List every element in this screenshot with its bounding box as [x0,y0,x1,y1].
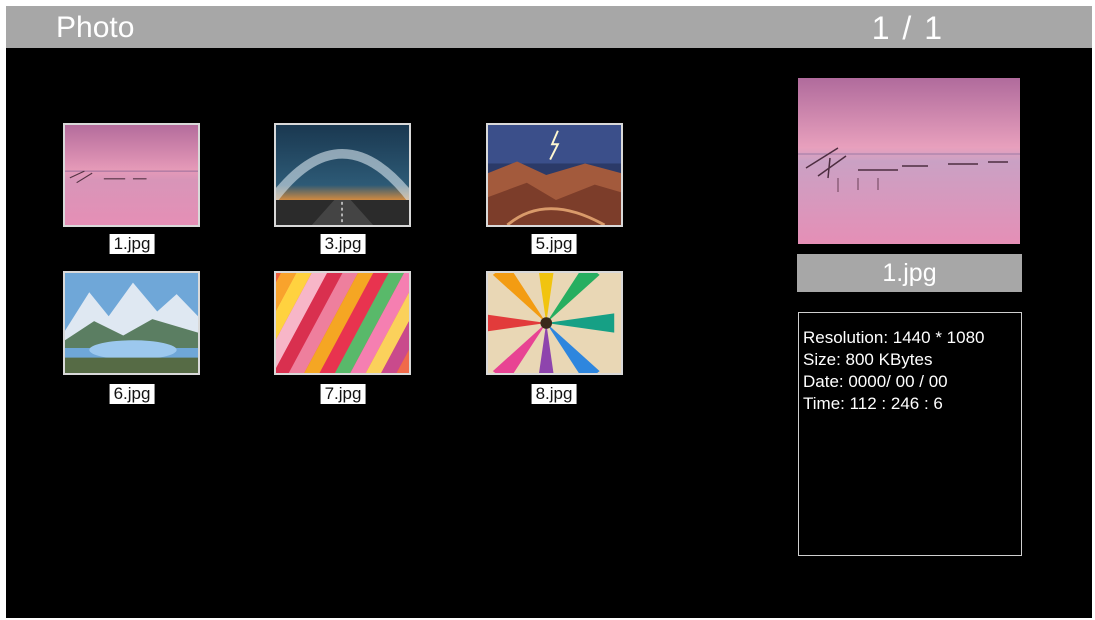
file-info-panel: Resolution: 1440 * 1080 Size: 800 KBytes… [798,312,1022,556]
thumbnail-image-mountain-lake [65,273,198,373]
info-resolution: Resolution: 1440 * 1080 [803,328,985,347]
info-time: Time: 112 : 246 : 6 [803,394,943,413]
thumbnail-image-canyon-lightning [488,125,621,225]
info-date: Date: 0000/ 00 / 00 [803,372,948,391]
thumbnail-8[interactable] [486,271,623,375]
thumbnail-image-pencil-spiral [488,273,621,373]
thumbnail-label: 5.jpg [531,234,577,254]
preview-image-pink-lake [798,78,1020,244]
info-size: Size: 800 KBytes [803,350,933,369]
thumbnail-7[interactable] [274,271,411,375]
thumbnail-3[interactable] [274,123,411,227]
thumbnail-image-milky-way-road [276,125,409,225]
page-title: Photo [56,11,135,44]
thumbnail-label: 3.jpg [320,234,366,254]
preview-filename: 1.jpg [797,254,1022,292]
header-bar: Photo 1 / 1 [6,6,1092,48]
photo-browser-screen: Photo 1 / 1 1.jpg 3.jpg 5.jpg 6.jpg 7.jp… [6,6,1092,618]
thumbnail-5[interactable] [486,123,623,227]
preview-image [798,78,1020,244]
thumbnail-6[interactable] [63,271,200,375]
thumbnail-label: 8.jpg [531,384,577,404]
thumbnail-label: 6.jpg [109,384,155,404]
thumbnail-image-pink-lake [65,125,198,225]
page-indicator: 1 / 1 [871,10,944,46]
thumbnail-image-colored-pencils [276,273,409,373]
thumbnail-1[interactable] [63,123,200,227]
thumbnail-label: 7.jpg [320,384,366,404]
thumbnail-label: 1.jpg [109,234,155,254]
